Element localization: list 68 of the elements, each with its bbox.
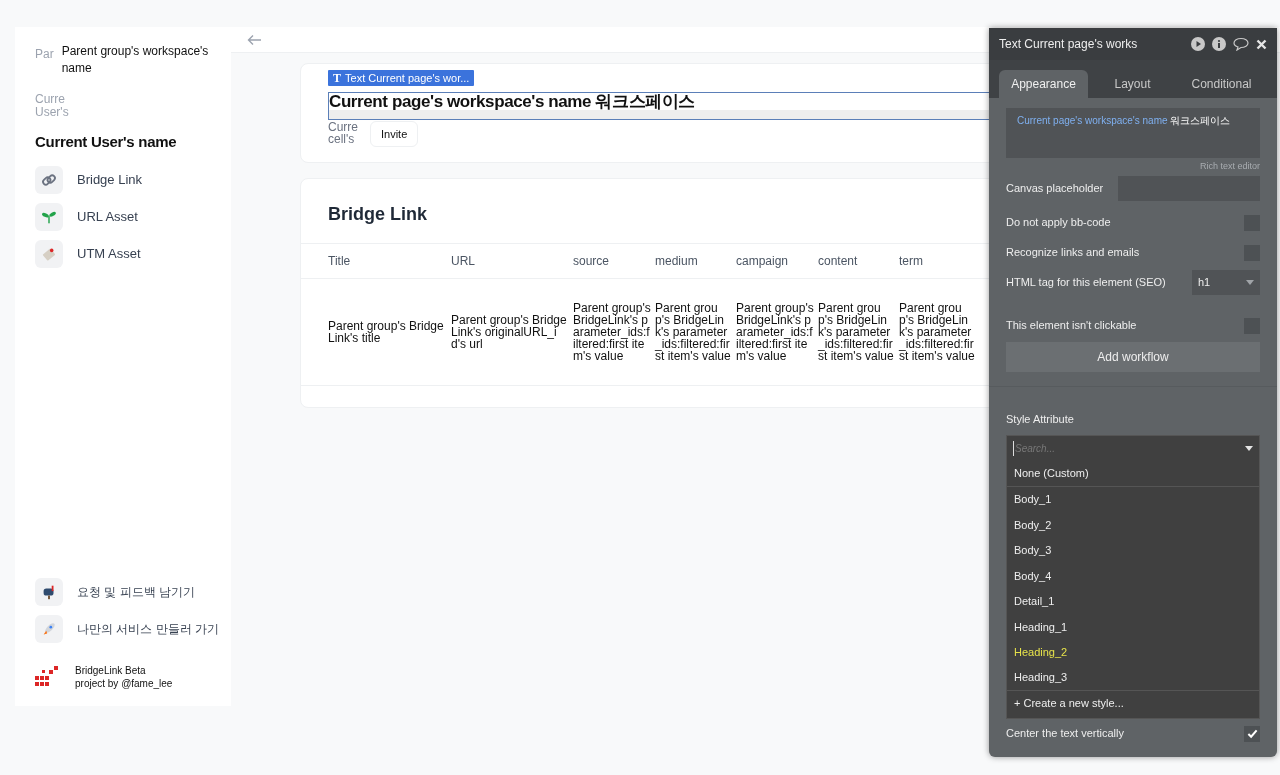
table-cell-text: Parent group's BridgeLink's title — [328, 320, 445, 344]
column-header: Title — [328, 253, 352, 270]
panel-tab[interactable]: Appearance — [999, 70, 1088, 98]
add-workflow-button[interactable]: Add workflow — [1006, 341, 1260, 372]
field-label: HTML tag for this element (SEO) — [1006, 275, 1166, 291]
check-icon — [1246, 728, 1258, 739]
invite-button[interactable]: Invite — [370, 121, 419, 147]
field-label: Do not apply bb-code — [1006, 215, 1111, 231]
field-label: Recognize links and emails — [1006, 245, 1140, 261]
caret-icon — [1246, 280, 1254, 285]
column-header: URL — [451, 253, 476, 270]
text-element-icon: T — [333, 69, 341, 87]
play-icon[interactable] — [1191, 37, 1205, 51]
sidebar-item[interactable]: 요청 및 피드백 남기기 — [35, 578, 223, 606]
sidebar-item[interactable]: UTM Asset — [35, 239, 223, 268]
member-avatar: Curre cell's — [328, 121, 358, 147]
column-header: content — [818, 253, 859, 270]
brand-name: BridgeLink Beta — [75, 664, 147, 677]
link-icon — [35, 165, 63, 194]
info-icon[interactable] — [1212, 37, 1226, 51]
style-option[interactable]: Detail_1 — [1007, 588, 1259, 614]
sidebar-item[interactable]: URL Asset — [35, 202, 223, 231]
element-tag: T Text Current page's wor... — [328, 70, 475, 86]
table-cell-text: Parent group's BridgeLink's originalURL_id's url — [451, 314, 568, 350]
create-style-option[interactable]: + Create a new style... — [1007, 690, 1259, 716]
checkbox[interactable] — [1244, 725, 1260, 742]
rocket-icon — [35, 615, 63, 643]
sidebar-item[interactable]: 나만의 서비스 만들러 가기 — [35, 615, 223, 643]
column-header: term — [899, 253, 924, 270]
card-title: Bridge Link — [328, 203, 427, 226]
style-option[interactable]: Body_1 — [1007, 486, 1259, 512]
user-avatar: Curre User's — [35, 93, 70, 121]
table-cell: Parent group's BridgeLink's parameter_ids:filtered:first item's value — [655, 302, 732, 362]
column-header: campaign — [736, 253, 790, 270]
workspace-avatar: Par — [35, 47, 54, 61]
style-attribute-label: Style Attribute — [1006, 411, 1075, 427]
caret-icon — [1245, 446, 1253, 451]
comment-icon[interactable] — [1233, 37, 1249, 51]
table-cell: Parent group's BridgeLink's parameter_ids:filtered:first item's value — [818, 302, 895, 362]
mailbox-icon — [35, 578, 63, 606]
panel-title: Text Current page's works — [999, 36, 1138, 53]
tag-icon — [35, 239, 63, 268]
close-icon[interactable] — [1256, 38, 1267, 50]
panel-tab[interactable]: Conditional — [1177, 70, 1266, 98]
style-option[interactable]: Body_3 — [1007, 537, 1259, 563]
sidebar-item[interactable]: Bridge Link — [35, 165, 223, 194]
brand-credit: project by @fame_lee — [75, 677, 173, 690]
workspace-name: Parent group's workspace's name — [61, 43, 210, 77]
style-option[interactable]: Body_4 — [1007, 563, 1259, 589]
style-option[interactable]: Body_2 — [1007, 512, 1259, 538]
field-label: Canvas placeholder — [1006, 181, 1104, 197]
panel-tab[interactable]: Layout — [1088, 70, 1177, 98]
logo-icon — [35, 666, 59, 688]
content-editor[interactable]: Current page's workspace's name 워크스페이스 — [1006, 108, 1260, 158]
field-label: This element isn't clickable — [1006, 318, 1137, 334]
table-cell: Parent group's BridgeLink's parameter_ids:filtered:first item's value — [736, 302, 814, 362]
field-label: Center the text vertically — [1006, 726, 1124, 742]
column-header: medium — [655, 253, 699, 270]
style-option[interactable]: None (Custom) — [1007, 461, 1259, 487]
sprout-icon — [35, 202, 63, 231]
column-header: source — [573, 253, 611, 270]
style-option[interactable]: Heading_1 — [1007, 614, 1259, 640]
table-cell: Parent group's BridgeLink's parameter_ids:filtered:first item's value — [573, 302, 651, 362]
table-cell: Parent group's BridgeLink's parameter_ids:filtered:first item's value — [899, 302, 976, 362]
style-option[interactable]: Heading_3 — [1007, 665, 1259, 691]
tag-select[interactable]: h1 — [1192, 270, 1260, 295]
style-option[interactable]: Heading_2 — [1007, 639, 1259, 665]
user-name: Current User's name — [35, 132, 178, 152]
